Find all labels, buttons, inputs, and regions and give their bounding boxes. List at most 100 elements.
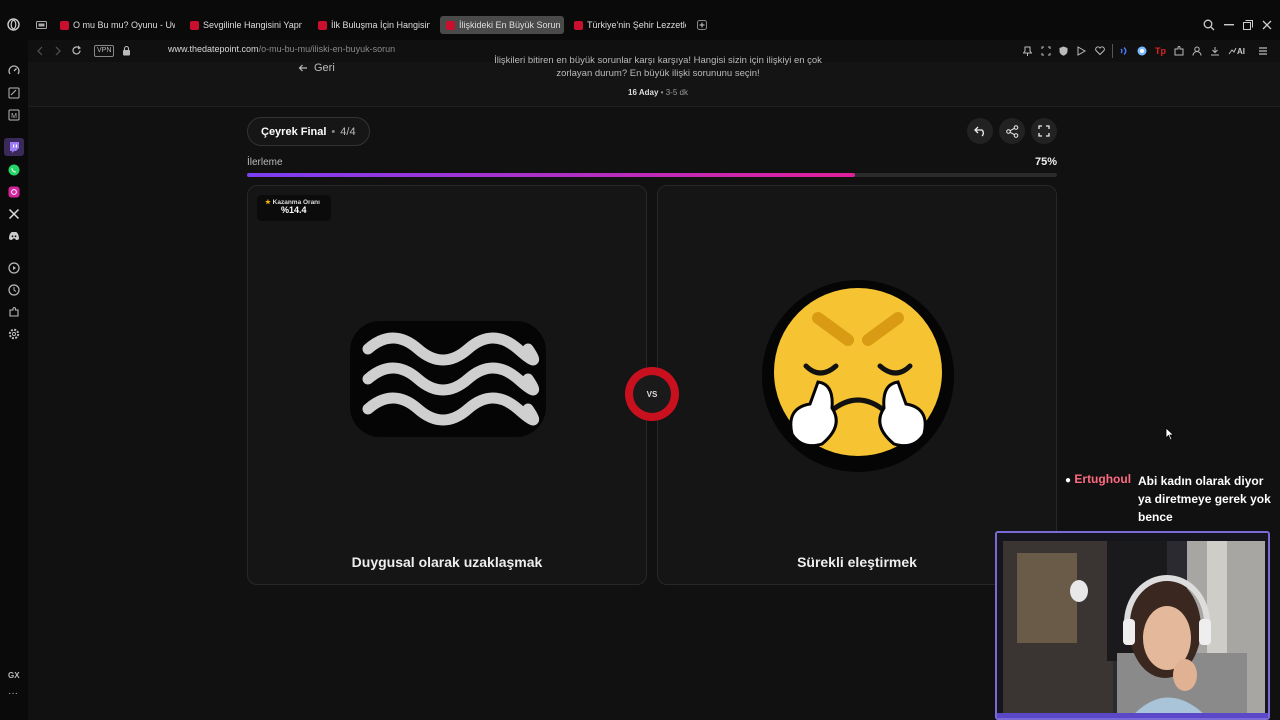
undo-arrow-icon xyxy=(973,126,984,136)
page-description: İlişkileri bitiren en büyük sorunlar kar… xyxy=(494,55,822,79)
search-tabs-icon[interactable] xyxy=(1203,19,1215,31)
browser-logo-icon[interactable] xyxy=(7,18,20,31)
ai-assistant-icon[interactable]: AI xyxy=(1228,45,1246,56)
maximize-icon[interactable] xyxy=(1243,20,1253,30)
play-icon[interactable] xyxy=(1077,46,1086,56)
round-separator: • xyxy=(331,125,336,138)
heart-icon[interactable] xyxy=(1095,46,1105,55)
tab-4-active[interactable]: İlişkideki En Büyük Sorun xyxy=(440,16,564,34)
menu-hamburger-icon[interactable] xyxy=(1258,46,1268,56)
tab-title: Türkiye'nin Şehir Lezzetle xyxy=(587,20,686,30)
tab-favicon-icon xyxy=(446,20,455,30)
url-text[interactable]: www.thedatepoint.com/o-mu-bu-mu/iliski-e… xyxy=(168,44,395,54)
player-icon[interactable] xyxy=(8,262,20,274)
tp-extension-icon[interactable]: Tp xyxy=(1155,45,1166,56)
whatsapp-icon[interactable] xyxy=(8,164,20,176)
vs-badge: VS xyxy=(625,367,679,421)
chat-drop-icon: ● xyxy=(1065,475,1072,486)
arrow-left-icon xyxy=(298,64,307,72)
close-window-icon[interactable] xyxy=(1262,20,1272,30)
tab-3[interactable]: İlk Buluşma İçin Hangisini xyxy=(318,16,430,34)
duration-text: 3-5 dk xyxy=(665,88,688,97)
share-button[interactable] xyxy=(999,118,1025,144)
tab-title: İlk Buluşma İçin Hangisini xyxy=(331,20,430,30)
waves-icon xyxy=(350,321,546,437)
angry-face-steam-icon xyxy=(762,280,954,472)
fullscreen-icon xyxy=(1038,125,1050,137)
pin-page-icon[interactable] xyxy=(1023,46,1032,56)
vpn-extension-icon[interactable] xyxy=(1137,46,1147,56)
webcam-overlay xyxy=(995,531,1270,720)
tab-5[interactable]: Türkiye'nin Şehir Lezzetle xyxy=(574,16,686,34)
toolbar-divider xyxy=(1112,44,1113,58)
vs-label: VS xyxy=(633,375,671,413)
pinboard-icon[interactable] xyxy=(8,87,20,99)
gx-label[interactable]: GX xyxy=(8,671,20,680)
x-twitter-icon[interactable] xyxy=(8,208,20,220)
browser-sidebar: M GX ··· xyxy=(0,40,28,720)
twitch-icon[interactable] xyxy=(8,141,20,153)
tab-1[interactable]: O mu Bu mu? Oyunu - Uw xyxy=(60,16,175,34)
option-card-left[interactable]: ★ Kazanma Oranı %14.4 Duygusal olarak uz… xyxy=(247,185,647,585)
win-rate-badge: ★ Kazanma Oranı %14.4 xyxy=(257,195,331,221)
tab-favicon-icon xyxy=(60,20,69,30)
reload-icon[interactable] xyxy=(71,45,82,56)
new-tab-plus-icon[interactable] xyxy=(697,20,707,30)
minimize-icon[interactable] xyxy=(1224,24,1234,26)
history-icon[interactable] xyxy=(8,284,20,296)
back-label: Geri xyxy=(314,62,335,74)
audio-extension-icon[interactable] xyxy=(1119,46,1129,56)
progress-percent: 75% xyxy=(1034,156,1057,168)
instagram-icon[interactable] xyxy=(8,186,20,198)
webcam-feed-image xyxy=(997,533,1268,718)
undo-button[interactable] xyxy=(967,118,993,144)
progress-label: İlerleme xyxy=(247,157,283,168)
back-nav-icon[interactable] xyxy=(36,46,44,56)
svg-text:AI: AI xyxy=(1237,47,1245,56)
chat-username: Ertughoul xyxy=(1074,472,1132,486)
progress-track xyxy=(247,173,1057,177)
round-label: Çeyrek Final xyxy=(261,125,327,138)
star-icon: ★ xyxy=(265,199,271,206)
chat-text: Abi kadın olarak diyor ya diretmeye gere… xyxy=(1138,474,1271,524)
back-link[interactable]: Geri xyxy=(298,62,335,74)
lock-icon[interactable] xyxy=(122,45,131,56)
workspaces-icon[interactable] xyxy=(36,20,47,30)
tab-title: Sevgilinle Hangisini Yapm xyxy=(203,20,302,30)
tab-favicon-icon xyxy=(574,20,583,30)
url-path: /o-mu-bu-mu/iliski-en-buyuk-sorun xyxy=(258,44,396,54)
puzzle-extensions-icon[interactable] xyxy=(1174,46,1184,56)
url-domain: www.thedatepoint.com xyxy=(168,44,259,54)
more-options-icon[interactable]: ··· xyxy=(8,688,18,699)
vpn-badge[interactable]: VPN xyxy=(94,45,115,57)
progress-fill xyxy=(247,173,855,177)
round-progress: 4/4 xyxy=(340,125,356,138)
shield-icon[interactable] xyxy=(1059,46,1068,56)
browser-tab-bar: O mu Bu mu? Oyunu - Uw Sevgilinle Hangis… xyxy=(0,0,1280,40)
ai-chat-icon[interactable]: M xyxy=(8,109,20,121)
snapshot-icon[interactable] xyxy=(1041,46,1051,56)
discord-icon[interactable] xyxy=(8,230,20,242)
badge-value: %14.4 xyxy=(281,205,307,215)
mouse-cursor-icon xyxy=(1165,427,1175,441)
svg-text:Tp: Tp xyxy=(1155,46,1166,56)
forward-nav-icon[interactable] xyxy=(54,46,62,56)
account-icon[interactable] xyxy=(1192,46,1202,56)
option-card-right[interactable]: Sürekli eleştirmek xyxy=(657,185,1057,585)
extensions-icon[interactable] xyxy=(8,306,20,318)
chat-message: ● Ertughoul Abi kadın olarak diyor ya di… xyxy=(1065,472,1275,524)
candidate-count: 16 Aday xyxy=(628,88,659,97)
tab-favicon-icon xyxy=(318,20,327,30)
tab-favicon-icon xyxy=(190,20,199,30)
svg-text:M: M xyxy=(11,113,17,120)
settings-gear-icon[interactable] xyxy=(8,328,20,340)
share-icon xyxy=(1005,124,1018,138)
meta-line: 16 Aday • 3-5 dk xyxy=(588,88,728,97)
fullscreen-button[interactable] xyxy=(1031,118,1057,144)
tab-2[interactable]: Sevgilinle Hangisini Yapm xyxy=(190,16,302,34)
round-pill: Çeyrek Final • 4/4 xyxy=(247,117,370,146)
download-icon[interactable] xyxy=(1210,46,1220,56)
tab-title: İlişkideki En Büyük Sorun xyxy=(459,20,561,30)
speed-dial-icon[interactable] xyxy=(8,65,20,77)
tab-title: O mu Bu mu? Oyunu - Uw xyxy=(73,20,175,30)
